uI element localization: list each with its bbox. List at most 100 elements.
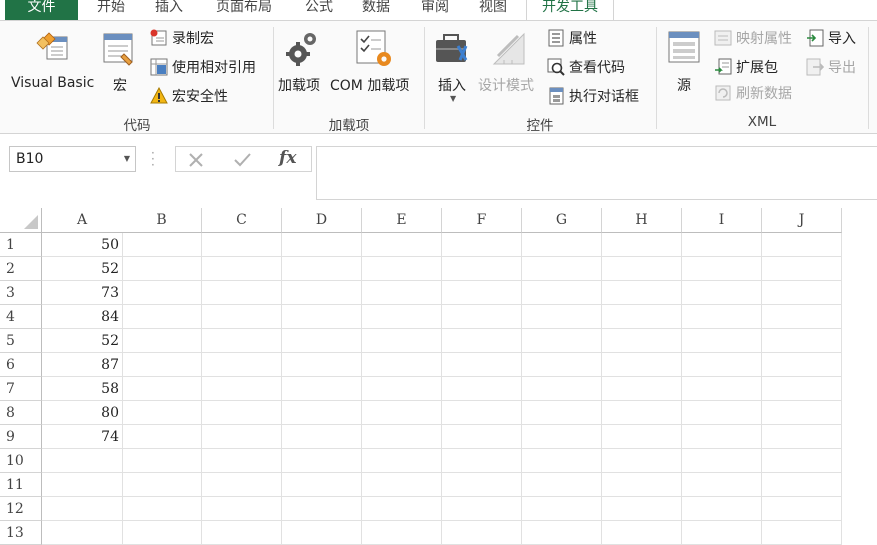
cell-j9[interactable]	[762, 425, 842, 449]
cell-a11[interactable]	[42, 473, 123, 497]
tab-insert[interactable]: 插入	[146, 0, 192, 20]
cell-e4[interactable]	[362, 305, 442, 329]
cell-i2[interactable]	[682, 257, 762, 281]
cell-b9[interactable]	[122, 425, 202, 449]
enter-check-icon[interactable]	[233, 152, 251, 168]
tab-data[interactable]: 数据	[353, 0, 399, 20]
row-header[interactable]: 5	[0, 329, 42, 353]
cell-h4[interactable]	[602, 305, 682, 329]
cell-h8[interactable]	[602, 401, 682, 425]
cell-f9[interactable]	[442, 425, 522, 449]
visual-basic-button[interactable]: Visual Basic	[8, 26, 98, 92]
cell-f12[interactable]	[442, 497, 522, 521]
cell-a3[interactable]: 73	[42, 281, 123, 305]
cell-g4[interactable]	[522, 305, 602, 329]
cell-g12[interactable]	[522, 497, 602, 521]
cell-g10[interactable]	[522, 449, 602, 473]
cell-a8[interactable]: 80	[42, 401, 123, 425]
cell-c11[interactable]	[202, 473, 282, 497]
tab-file[interactable]: 文件	[5, 0, 78, 20]
cell-i5[interactable]	[682, 329, 762, 353]
column-header-c[interactable]: C	[202, 208, 282, 233]
cell-g13[interactable]	[522, 521, 602, 545]
cell-c8[interactable]	[202, 401, 282, 425]
row-header[interactable]: 4	[0, 305, 42, 329]
cell-i8[interactable]	[682, 401, 762, 425]
cell-h13[interactable]	[602, 521, 682, 545]
formula-input[interactable]	[316, 146, 877, 200]
cell-i11[interactable]	[682, 473, 762, 497]
cell-g5[interactable]	[522, 329, 602, 353]
cell-e6[interactable]	[362, 353, 442, 377]
cell-c5[interactable]	[202, 329, 282, 353]
cell-h6[interactable]	[602, 353, 682, 377]
cell-c13[interactable]	[202, 521, 282, 545]
column-header-d[interactable]: D	[282, 208, 362, 233]
cell-b1[interactable]	[122, 233, 202, 257]
cell-a10[interactable]	[42, 449, 123, 473]
cell-f4[interactable]	[442, 305, 522, 329]
column-header-a[interactable]: A	[42, 208, 123, 233]
tab-home[interactable]: 开始	[88, 0, 134, 20]
cell-f3[interactable]	[442, 281, 522, 305]
name-box[interactable]: B10 ▼	[9, 146, 136, 172]
cell-b5[interactable]	[122, 329, 202, 353]
addins-button[interactable]: 加载项	[278, 26, 328, 94]
drag-handle-icon[interactable]: · · ·	[151, 147, 155, 171]
cell-i4[interactable]	[682, 305, 762, 329]
cell-j13[interactable]	[762, 521, 842, 545]
column-header-b[interactable]: B	[122, 208, 202, 233]
row-header[interactable]: 7	[0, 377, 42, 401]
row-header[interactable]: 13	[0, 521, 42, 545]
cell-a13[interactable]	[42, 521, 123, 545]
cell-g9[interactable]	[522, 425, 602, 449]
cell-a5[interactable]: 52	[42, 329, 123, 353]
cell-e1[interactable]	[362, 233, 442, 257]
cell-g7[interactable]	[522, 377, 602, 401]
cell-g8[interactable]	[522, 401, 602, 425]
cell-d5[interactable]	[282, 329, 362, 353]
cell-a1[interactable]: 50	[42, 233, 123, 257]
cell-i10[interactable]	[682, 449, 762, 473]
cell-b6[interactable]	[122, 353, 202, 377]
cell-e3[interactable]	[362, 281, 442, 305]
cell-i12[interactable]	[682, 497, 762, 521]
cell-c1[interactable]	[202, 233, 282, 257]
cell-h9[interactable]	[602, 425, 682, 449]
cell-b10[interactable]	[122, 449, 202, 473]
cell-d13[interactable]	[282, 521, 362, 545]
cell-b13[interactable]	[122, 521, 202, 545]
cell-j10[interactable]	[762, 449, 842, 473]
insert-controls-button[interactable]: 插入 ▼	[432, 26, 474, 106]
cell-d8[interactable]	[282, 401, 362, 425]
cell-f13[interactable]	[442, 521, 522, 545]
cell-h3[interactable]	[602, 281, 682, 305]
column-header-h[interactable]: H	[602, 208, 682, 233]
tab-developer[interactable]: 开发工具	[526, 0, 614, 20]
tab-formulas[interactable]: 公式	[296, 0, 342, 20]
cell-h10[interactable]	[602, 449, 682, 473]
cell-d3[interactable]	[282, 281, 362, 305]
cell-d11[interactable]	[282, 473, 362, 497]
column-header-f[interactable]: F	[442, 208, 522, 233]
cell-j12[interactable]	[762, 497, 842, 521]
worksheet-grid[interactable]: ABCDEFGHIJ 1 50 2 52 3 73 4 84 5 52 6 87 7 58 8 80 9 74 10…	[0, 208, 877, 545]
column-header-g[interactable]: G	[522, 208, 602, 233]
cell-b12[interactable]	[122, 497, 202, 521]
cell-i6[interactable]	[682, 353, 762, 377]
cell-j5[interactable]	[762, 329, 842, 353]
cell-b7[interactable]	[122, 377, 202, 401]
cell-i13[interactable]	[682, 521, 762, 545]
cell-d12[interactable]	[282, 497, 362, 521]
cell-d1[interactable]	[282, 233, 362, 257]
cell-h7[interactable]	[602, 377, 682, 401]
cell-f1[interactable]	[442, 233, 522, 257]
cell-e13[interactable]	[362, 521, 442, 545]
cell-a7[interactable]: 58	[42, 377, 123, 401]
cell-i3[interactable]	[682, 281, 762, 305]
cell-f5[interactable]	[442, 329, 522, 353]
cell-h5[interactable]	[602, 329, 682, 353]
cell-e8[interactable]	[362, 401, 442, 425]
cell-e2[interactable]	[362, 257, 442, 281]
cell-j2[interactable]	[762, 257, 842, 281]
